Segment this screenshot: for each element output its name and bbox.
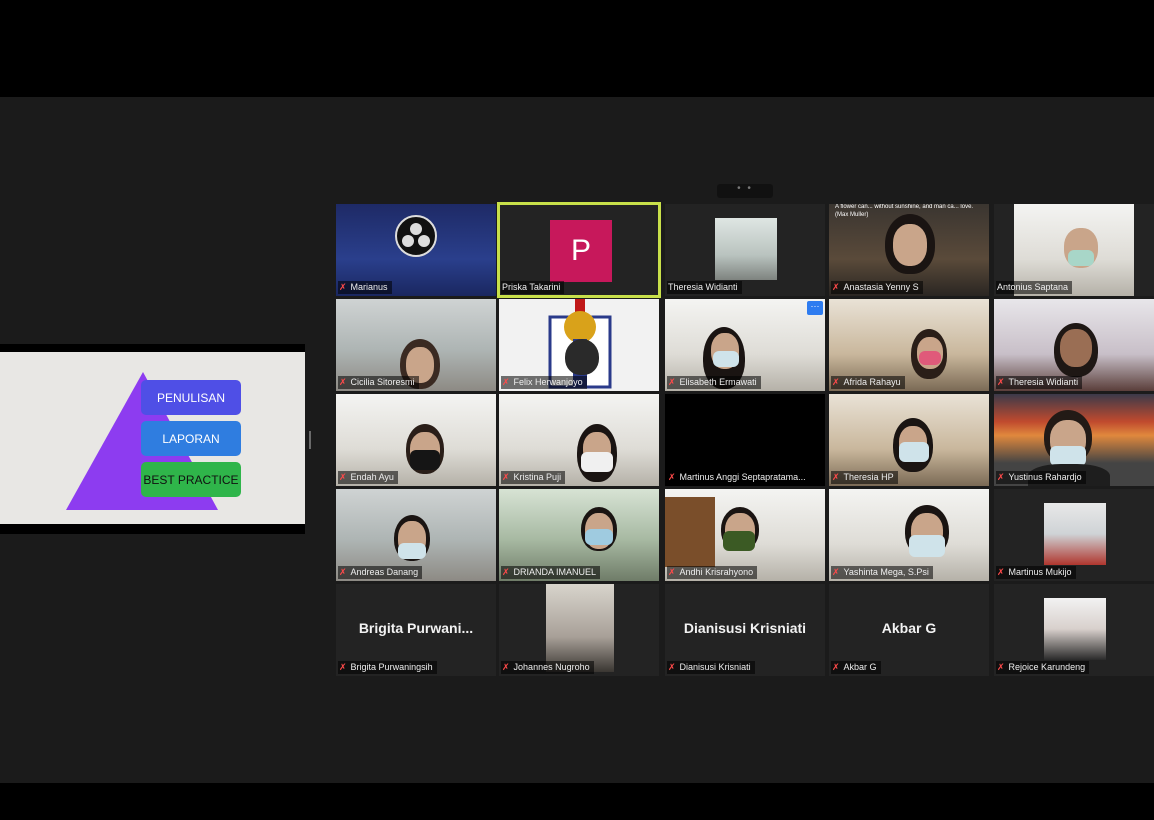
participant-name-label: ✗ Yustinus Rahardjo <box>996 471 1086 484</box>
participant-tile[interactable]: Theresia Widianti <box>665 204 825 296</box>
participant-name-label: ✗ Marianus <box>338 281 392 294</box>
muted-mic-icon: ✗ <box>668 377 676 387</box>
participant-name-label: ✗ Felix Herwanjoyo <box>501 376 587 389</box>
muted-mic-icon: ✗ <box>502 567 510 577</box>
muted-mic-icon: ✗ <box>502 662 510 672</box>
presentation-slide: PENULISAN LAPORAN BEST PRACTICE <box>0 352 305 524</box>
participant-tile[interactable]: ✗ Theresia Widianti <box>994 299 1154 391</box>
muted-mic-icon: ✗ <box>832 282 840 292</box>
participant-name-label: ✗ Martinus Anggi Septapratama... <box>667 471 810 484</box>
participant-name-label: ✗ Dianisusi Krisniati <box>667 661 755 674</box>
participant-name-label: ✗ Yashinta Mega, S.Psi <box>831 566 933 579</box>
muted-mic-icon: ✗ <box>502 377 510 387</box>
participant-name-label: Antonius Saptana <box>996 281 1073 294</box>
participant-tile[interactable]: Brigita Purwani... ✗ Brigita Purwaningsih <box>336 584 496 676</box>
muted-mic-icon: ✗ <box>339 282 347 292</box>
participant-tile[interactable]: ✗ Johannes Nugroho <box>499 584 659 676</box>
participant-name-label: ✗ Rejoice Karundeng <box>996 661 1090 674</box>
participant-tile[interactable]: ✗ Martinus Mukijo <box>994 489 1154 581</box>
participant-tile[interactable]: ✗ Andhi Krisrahyono <box>665 489 825 581</box>
muted-mic-icon: ✗ <box>339 567 347 577</box>
participant-name-label: ✗ Cicilia Sitoresmi <box>338 376 419 389</box>
participant-tile[interactable]: ✗ Kristina Puji <box>499 394 659 486</box>
slide-box-best-practice: BEST PRACTICE <box>141 462 241 497</box>
gallery-collapse-handle[interactable]: • • <box>717 184 773 198</box>
video-thumbnail <box>1044 598 1106 660</box>
muted-mic-icon: ✗ <box>339 377 347 387</box>
muted-mic-icon: ✗ <box>339 662 347 672</box>
muted-mic-icon: ✗ <box>832 377 840 387</box>
participant-tile[interactable]: ✗ Felix Herwanjoyo <box>499 299 659 391</box>
video-thumbnail <box>715 218 777 280</box>
muted-mic-icon: ✗ <box>997 662 1005 672</box>
participant-tile[interactable]: A flower can... without sunshine, and ma… <box>829 204 989 296</box>
participant-tile[interactable]: Akbar G ✗ Akbar G <box>829 584 989 676</box>
participant-name-label: ✗ DRIANDA IMANUEL <box>501 566 601 579</box>
participant-name-label: ✗ Theresia HP <box>831 471 898 484</box>
video-thumbnail <box>1044 503 1106 565</box>
participant-tile[interactable]: Antonius Saptana <box>994 204 1154 296</box>
avatar: P <box>550 220 612 282</box>
participant-name-label: ✗ Andreas Danang <box>338 566 423 579</box>
participant-name-label: ✗ Martinus Mukijo <box>996 566 1076 579</box>
participant-tile[interactable]: ✗ Marianus <box>336 204 496 296</box>
participant-name-label: Theresia Widianti <box>667 281 742 294</box>
participant-tile[interactable]: ✗ Andreas Danang <box>336 489 496 581</box>
participant-display-name: Brigita Purwani... <box>358 620 474 636</box>
more-options-button[interactable]: ··· <box>807 301 823 315</box>
muted-mic-icon: ✗ <box>668 567 676 577</box>
participant-tile[interactable]: ✗ Yashinta Mega, S.Psi <box>829 489 989 581</box>
video-thumbnail <box>546 584 614 672</box>
muted-mic-icon: ✗ <box>997 377 1005 387</box>
participant-name-label: ✗ Akbar G <box>831 661 881 674</box>
muted-mic-icon: ✗ <box>997 567 1005 577</box>
participant-name-label: ✗ Theresia Widianti <box>996 376 1083 389</box>
participant-display-name: Dianisusi Krisniati <box>683 620 807 636</box>
participant-tile[interactable]: ✗ Rejoice Karundeng <box>994 584 1154 676</box>
participant-tile[interactable]: ✗ Afrida Rahayu <box>829 299 989 391</box>
muted-mic-icon: ✗ <box>668 662 676 672</box>
muted-mic-icon: ✗ <box>832 567 840 577</box>
participant-tile[interactable]: ✗ Yustinus Rahardjo <box>994 394 1154 486</box>
participant-tile[interactable]: ✗ DRIANDA IMANUEL <box>499 489 659 581</box>
participant-tile[interactable]: ✗ Endah Ayu <box>336 394 496 486</box>
muted-mic-icon: ✗ <box>502 472 510 482</box>
participant-tile[interactable]: ✗ Theresia HP <box>829 394 989 486</box>
participant-name-label: Priska Takarini <box>501 281 565 294</box>
participant-tile[interactable]: ✗ Martinus Anggi Septapratama... <box>665 394 825 486</box>
participant-tile[interactable]: Dianisusi Krisniati ✗ Dianisusi Krisniati <box>665 584 825 676</box>
participant-tile[interactable]: ··· ✗ Elisabeth Ermawati <box>665 299 825 391</box>
slide-box-laporan: LAPORAN <box>141 421 241 456</box>
split-resize-handle[interactable] <box>309 431 311 449</box>
shared-screen: PENULISAN LAPORAN BEST PRACTICE <box>0 344 305 534</box>
participant-name-label: ✗ Afrida Rahayu <box>831 376 905 389</box>
muted-mic-icon: ✗ <box>832 472 840 482</box>
muted-mic-icon: ✗ <box>997 472 1005 482</box>
participant-name-label: ✗ Andhi Krisrahyono <box>667 566 758 579</box>
muted-mic-icon: ✗ <box>339 472 347 482</box>
participant-name-label: ✗ Brigita Purwaningsih <box>338 661 437 674</box>
participant-tile[interactable]: ✗ Cicilia Sitoresmi <box>336 299 496 391</box>
participant-tile-active-speaker[interactable]: P Priska Takarini <box>497 202 661 298</box>
slide-box-penulisan: PENULISAN <box>141 380 241 415</box>
participant-display-name: Akbar G <box>881 620 937 636</box>
muted-mic-icon: ✗ <box>668 472 676 482</box>
muted-mic-icon: ✗ <box>832 662 840 672</box>
participant-name-label: ✗ Endah Ayu <box>338 471 398 484</box>
participant-name-label: ✗ Kristina Puji <box>501 471 566 484</box>
participant-name-label: ✗ Anastasia Yenny S <box>831 281 923 294</box>
participant-name-label: ✗ Elisabeth Ermawati <box>667 376 761 389</box>
participant-name-label: ✗ Johannes Nugroho <box>501 661 594 674</box>
obs-logo-icon <box>395 215 437 257</box>
